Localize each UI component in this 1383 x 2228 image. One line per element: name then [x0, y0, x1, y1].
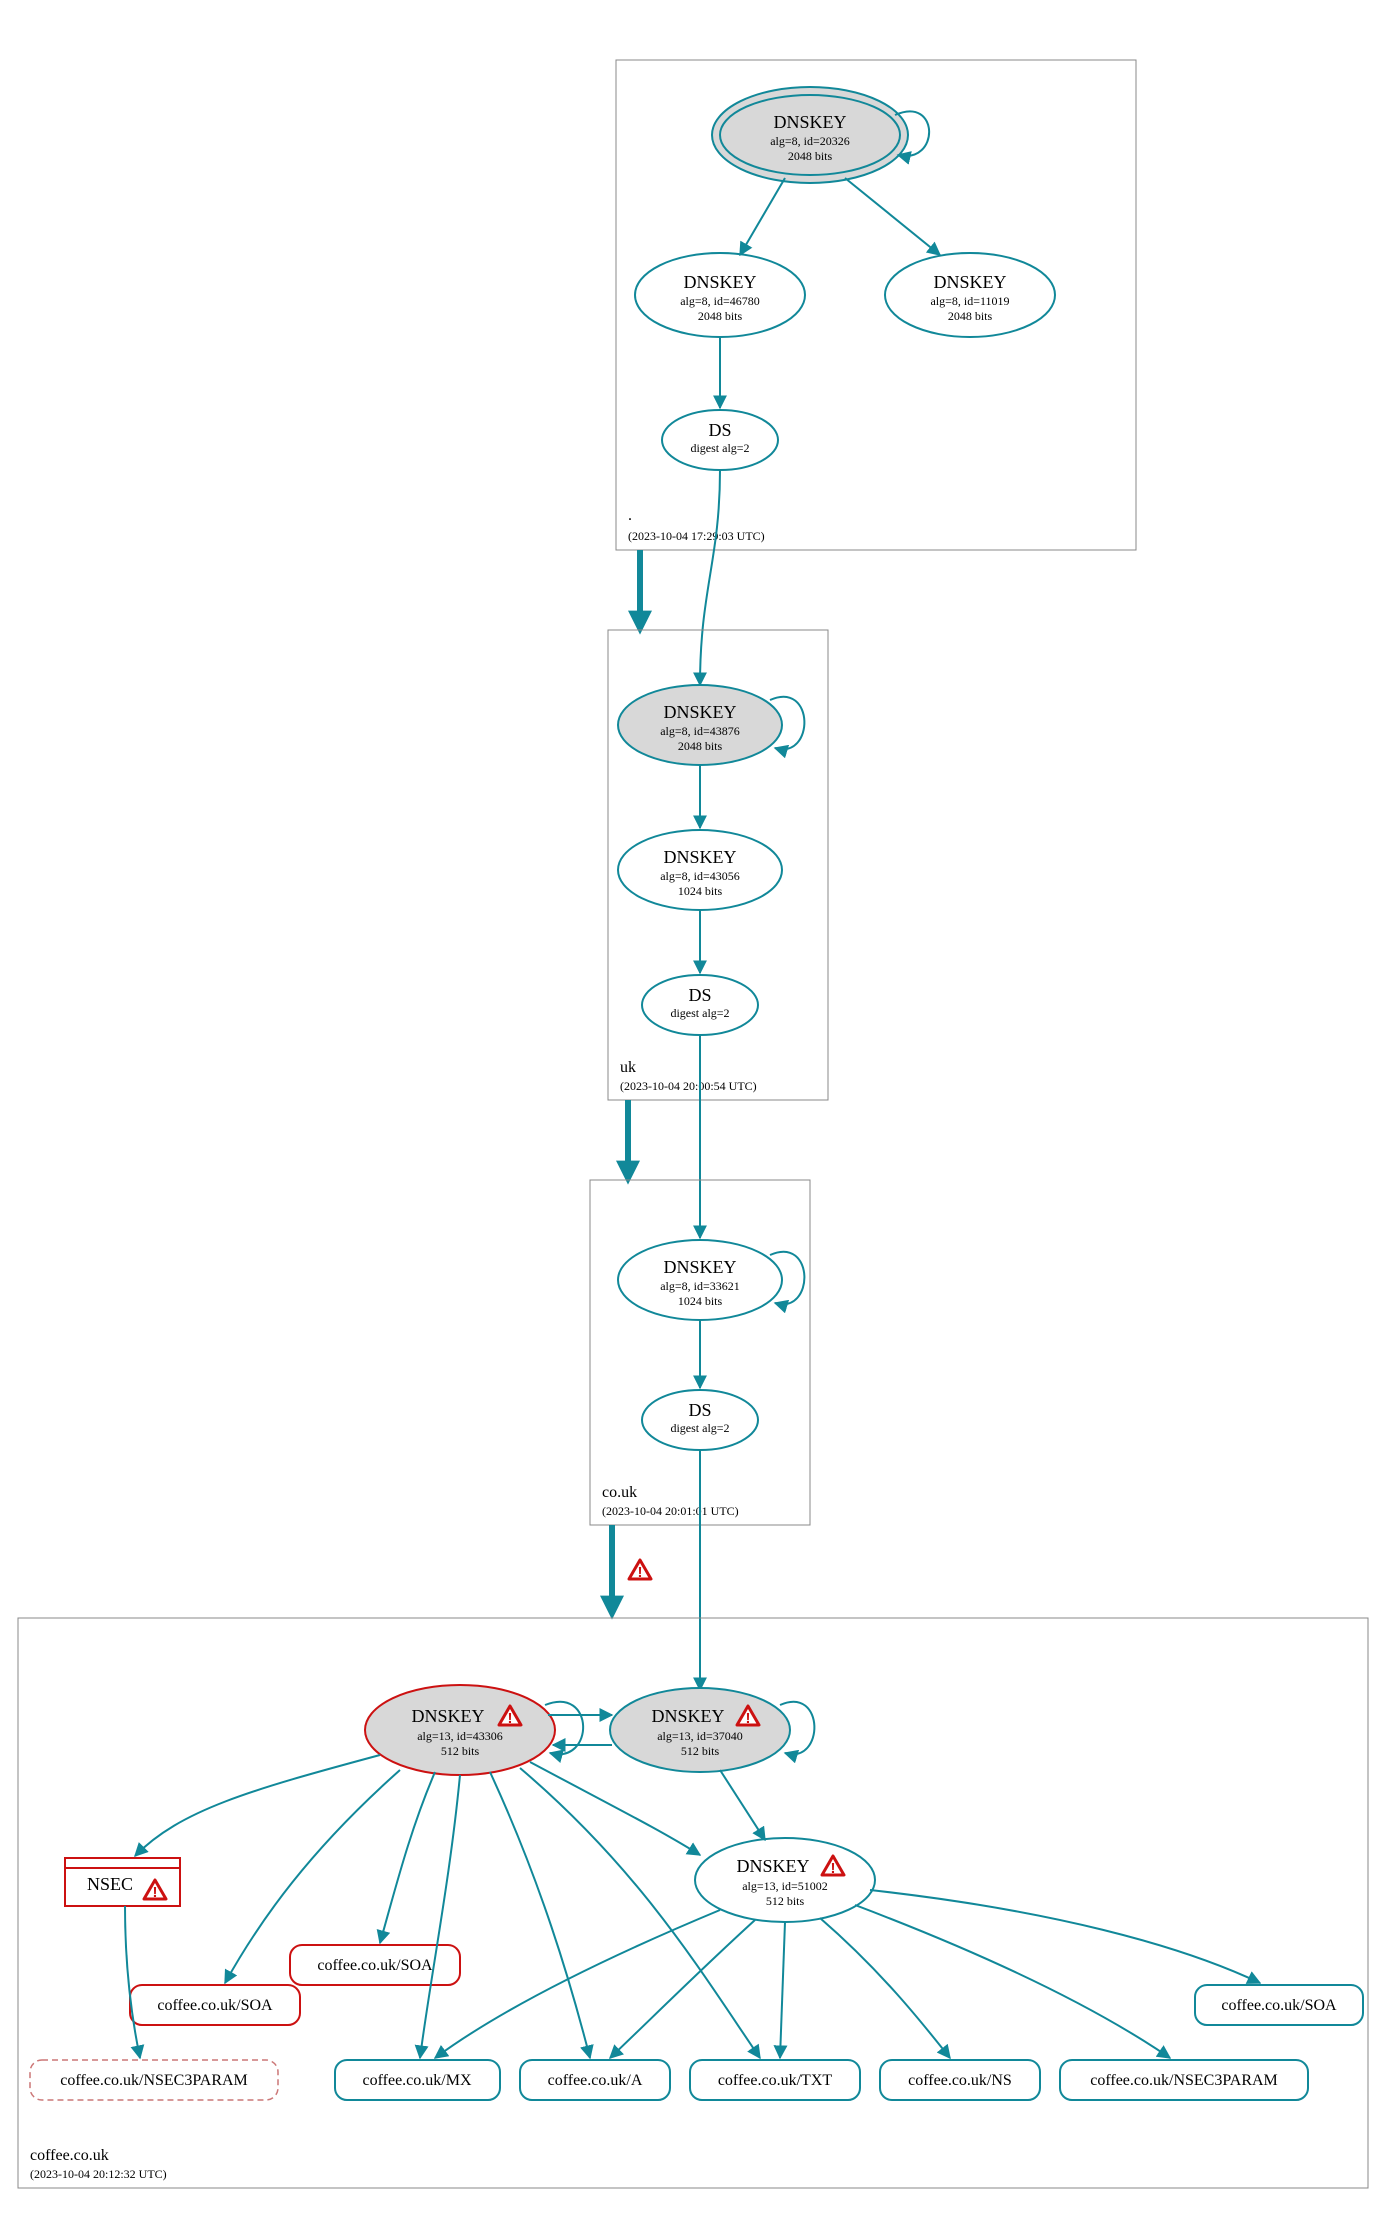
node-coffee-k2[interactable]: DNSKEY alg=13, id=37040 512 bits: [610, 1688, 790, 1772]
svg-text:2048 bits: 2048 bits: [678, 739, 723, 753]
node-uk-ds[interactable]: DS digest alg=2: [642, 975, 758, 1035]
node-uk-ksk[interactable]: DNSKEY alg=8, id=43876 2048 bits: [618, 685, 782, 765]
svg-text:coffee.co.uk/SOA: coffee.co.uk/SOA: [317, 1957, 433, 1974]
svg-text:DNSKEY: DNSKEY: [663, 1257, 736, 1277]
svg-text:1024 bits: 1024 bits: [678, 884, 723, 898]
edge-k1-to-txt: [520, 1768, 760, 2058]
svg-text:512 bits: 512 bits: [681, 1744, 720, 1758]
svg-text:coffee.co.uk/A: coffee.co.uk/A: [548, 2072, 643, 2089]
edge-coffee-k1-to-k3: [530, 1762, 700, 1855]
rrset-soa-red-1[interactable]: coffee.co.uk/SOA: [130, 1985, 300, 2025]
svg-text:coffee.co.uk/NSEC3PARAM: coffee.co.uk/NSEC3PARAM: [1090, 2072, 1278, 2089]
svg-text:coffee.co.uk/SOA: coffee.co.uk/SOA: [157, 1997, 273, 2014]
node-root-ksk[interactable]: DNSKEY alg=8, id=20326 2048 bits: [712, 87, 908, 183]
node-couk-ds[interactable]: DS digest alg=2: [642, 1390, 758, 1450]
svg-text:DS: DS: [688, 985, 711, 1005]
svg-text:DNSKEY: DNSKEY: [651, 1706, 724, 1726]
zone-time-root: (2023-10-04 17:29:03 UTC): [628, 529, 765, 543]
svg-text:alg=8, id=43056: alg=8, id=43056: [660, 869, 740, 883]
svg-text:2048 bits: 2048 bits: [788, 149, 833, 163]
rrset-txt[interactable]: coffee.co.uk/TXT: [690, 2060, 860, 2100]
rrset-nsec3param-missing[interactable]: coffee.co.uk/NSEC3PARAM: [30, 2060, 278, 2100]
svg-text:512 bits: 512 bits: [441, 1744, 480, 1758]
svg-text:alg=8, id=33621: alg=8, id=33621: [660, 1279, 740, 1293]
zone-label-root: .: [628, 507, 632, 524]
svg-text:DNSKEY: DNSKEY: [773, 112, 846, 132]
svg-text:coffee.co.uk/NSEC3PARAM: coffee.co.uk/NSEC3PARAM: [60, 2072, 248, 2089]
svg-text:DS: DS: [708, 420, 731, 440]
svg-text:NSEC: NSEC: [87, 1874, 133, 1894]
svg-text:coffee.co.uk/TXT: coffee.co.uk/TXT: [718, 2072, 833, 2089]
node-couk-ksk[interactable]: DNSKEY alg=8, id=33621 1024 bits: [618, 1240, 782, 1320]
zone-label-uk: uk: [620, 1059, 636, 1076]
edge-k3-to-mx: [435, 1910, 720, 2058]
zone-label-coffee: coffee.co.uk: [30, 2147, 109, 2164]
zone-time-uk: (2023-10-04 20:00:54 UTC): [620, 1079, 757, 1093]
svg-text:DNSKEY: DNSKEY: [736, 1856, 809, 1876]
edge-root-ksk-to-zsk: [740, 178, 785, 255]
svg-text:digest alg=2: digest alg=2: [670, 1421, 729, 1435]
zone-label-couk: co.uk: [602, 1484, 637, 1501]
rrset-nsec3param[interactable]: coffee.co.uk/NSEC3PARAM: [1060, 2060, 1308, 2100]
svg-text:alg=13, id=37040: alg=13, id=37040: [657, 1729, 743, 1743]
edge-k3-to-a: [610, 1920, 755, 2058]
edge-k3-to-nsec3p: [855, 1905, 1170, 2058]
edge-k3-to-txt: [780, 1922, 785, 2058]
svg-text:DNSKEY: DNSKEY: [663, 702, 736, 722]
svg-text:1024 bits: 1024 bits: [678, 1294, 723, 1308]
svg-text:DNSKEY: DNSKEY: [663, 847, 736, 867]
svg-text:alg=13, id=51002: alg=13, id=51002: [742, 1879, 828, 1893]
edge-k1-to-a: [490, 1772, 590, 2058]
node-root-ds[interactable]: DS digest alg=2: [662, 410, 778, 470]
svg-text:alg=8, id=46780: alg=8, id=46780: [680, 294, 760, 308]
svg-text:2048 bits: 2048 bits: [948, 309, 993, 323]
svg-text:DNSKEY: DNSKEY: [683, 272, 756, 292]
edge-k1-to-mx: [420, 1775, 460, 2058]
rrset-nsec[interactable]: NSEC: [65, 1858, 180, 1906]
svg-text:DNSKEY: DNSKEY: [411, 1706, 484, 1726]
svg-text:alg=8, id=20326: alg=8, id=20326: [770, 134, 850, 148]
edge-root-ksk-to-other: [845, 178, 940, 255]
zone-time-couk: (2023-10-04 20:01:01 UTC): [602, 1504, 739, 1518]
svg-text:digest alg=2: digest alg=2: [670, 1006, 729, 1020]
svg-text:alg=13, id=43306: alg=13, id=43306: [417, 1729, 503, 1743]
svg-text:DNSKEY: DNSKEY: [933, 272, 1006, 292]
node-coffee-k1[interactable]: DNSKEY alg=13, id=43306 512 bits: [365, 1685, 555, 1775]
svg-text:512 bits: 512 bits: [766, 1894, 805, 1908]
zone-time-coffee: (2023-10-04 20:12:32 UTC): [30, 2167, 167, 2181]
svg-text:coffee.co.uk/SOA: coffee.co.uk/SOA: [1221, 1997, 1337, 2014]
svg-text:alg=8, id=43876: alg=8, id=43876: [660, 724, 740, 738]
svg-text:coffee.co.uk/NS: coffee.co.uk/NS: [908, 2072, 1012, 2089]
edge-nsec-to-nsec3p: [125, 1906, 140, 2058]
svg-text:DS: DS: [688, 1400, 711, 1420]
node-uk-zsk[interactable]: DNSKEY alg=8, id=43056 1024 bits: [618, 830, 782, 910]
node-coffee-k3[interactable]: DNSKEY alg=13, id=51002 512 bits: [695, 1838, 875, 1922]
svg-text:2048 bits: 2048 bits: [698, 309, 743, 323]
edge-root-ds-to-uk-ksk: [700, 470, 720, 685]
edge-coffee-k2-to-k3: [720, 1770, 765, 1840]
svg-text:coffee.co.uk/MX: coffee.co.uk/MX: [363, 2072, 472, 2089]
svg-text:alg=8, id=11019: alg=8, id=11019: [930, 294, 1009, 308]
node-root-other[interactable]: DNSKEY alg=8, id=11019 2048 bits: [885, 253, 1055, 337]
edge-k1-to-soa2: [380, 1772, 435, 1943]
edge-k3-to-ns: [820, 1918, 950, 2058]
warning-icon[interactable]: [629, 1560, 651, 1581]
rrset-mx[interactable]: coffee.co.uk/MX: [335, 2060, 500, 2100]
rrset-a[interactable]: coffee.co.uk/A: [520, 2060, 670, 2100]
dnssec-graph: ! . (2023-10-04 17:29:03 UTC) DNSKEY alg…: [0, 0, 1383, 2228]
svg-text:digest alg=2: digest alg=2: [690, 441, 749, 455]
node-root-zsk[interactable]: DNSKEY alg=8, id=46780 2048 bits: [635, 253, 805, 337]
edge-k1-to-nsec: [135, 1755, 380, 1856]
rrset-ns[interactable]: coffee.co.uk/NS: [880, 2060, 1040, 2100]
rrset-soa[interactable]: coffee.co.uk/SOA: [1195, 1985, 1363, 2025]
edge-k3-to-soa3: [870, 1890, 1260, 1983]
